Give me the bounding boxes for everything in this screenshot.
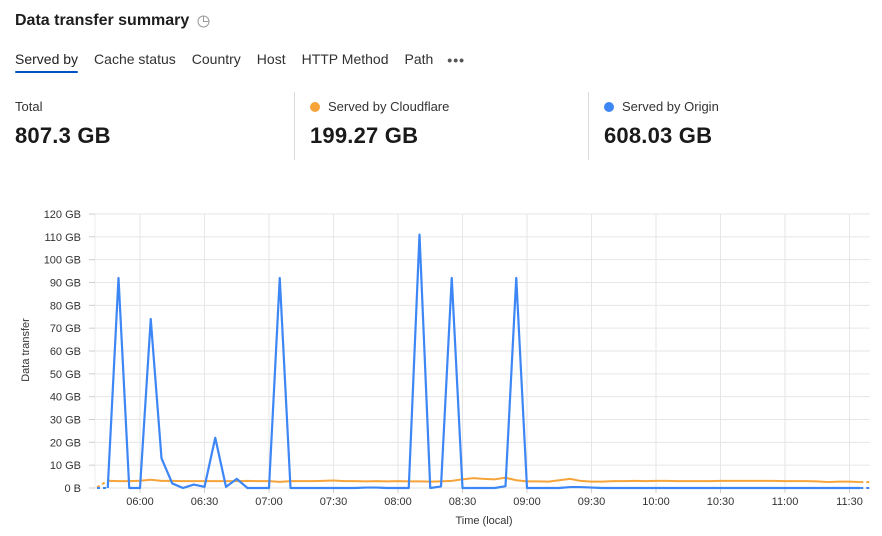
tab-country[interactable]: Country [192, 51, 241, 71]
y-axis: 0 B 10 GB 20 GB 30 GB 40 GB 50 GB 60 GB 70 GB 80… [44, 209, 95, 495]
x-tick-label: 09:00 [513, 496, 541, 508]
data-transfer-chart[interactable]: 0 B 10 GB 20 GB 30 GB 40 GB 50 GB 60 GB 70 GB 80… [0, 195, 882, 536]
stat-total-label: Total [15, 99, 43, 114]
chart-series [96, 233, 871, 490]
stat-origin-value: 608.03 GB [603, 123, 713, 148]
more-horizontal-icon[interactable]: ••• [447, 51, 465, 69]
y-tick-label: 80 GB [50, 300, 81, 312]
x-tick-label: 10:30 [707, 496, 735, 508]
y-tick-label: 50 GB [50, 369, 81, 381]
tab-host[interactable]: Host [257, 51, 286, 71]
y-tick-label: 40 GB [50, 392, 81, 404]
y-tick-label: 60 GB [50, 346, 81, 358]
x-tick-label: 08:00 [384, 496, 412, 508]
stats-row: Total 807.3 GB Served by Cloudflare 199.… [0, 92, 882, 160]
y-tick-label: 70 GB [50, 323, 81, 335]
y-tick-label: 0 B [64, 483, 81, 495]
x-axis-label: Time (local) [455, 515, 512, 527]
y-tick-label: 120 GB [44, 209, 81, 221]
y-tick-label: 110 GB [45, 232, 82, 244]
tab-http-method[interactable]: HTTP Method [302, 51, 389, 71]
y-axis-label: Data transfer [20, 318, 32, 382]
stat-cloudflare-value: 199.27 GB [309, 123, 419, 148]
y-tick-label: 10 GB [50, 460, 81, 472]
series-served-by-origin-line [106, 233, 861, 490]
header: Data transfer summary [15, 12, 210, 30]
stat-total-value: 807.3 GB [15, 123, 111, 148]
y-tick-label: 20 GB [50, 437, 81, 449]
tab-served-by[interactable]: Served by [15, 51, 79, 73]
tab-path[interactable]: Path [404, 51, 433, 71]
y-tick-label: 30 GB [50, 415, 81, 427]
origin-legend-dot-icon [603, 101, 614, 112]
stat-cloudflare-label: Served by Cloudflare [327, 99, 450, 114]
y-tick-label: 100 GB [44, 255, 81, 267]
stat-total: Total 807.3 GB [0, 92, 294, 160]
stat-origin-label: Served by Origin [621, 99, 719, 114]
y-tick-label: 90 GB [50, 278, 81, 290]
x-tick-label: 08:30 [449, 496, 477, 508]
x-tick-label: 07:00 [255, 496, 283, 508]
x-tick-label: 09:30 [578, 496, 606, 508]
x-tick-label: 11:00 [772, 496, 799, 508]
stat-cloudflare: Served by Cloudflare 199.27 GB [293, 92, 588, 160]
x-tick-label: 07:30 [320, 496, 348, 508]
tab-bar: Served by Cache status Country Host HTTP… [15, 51, 465, 73]
x-axis: 06:00 06:30 07:00 07:30 08:00 08:30 09:00 09:30… [126, 488, 863, 508]
x-tick-label: 06:30 [191, 496, 219, 508]
cloudflare-legend-dot-icon [309, 101, 320, 112]
clock-icon[interactable] [197, 15, 210, 28]
page-title: Data transfer summary [15, 12, 190, 29]
x-tick-label: 11:30 [836, 496, 863, 508]
x-tick-label: 06:00 [126, 496, 154, 508]
chart-grid [94, 213, 870, 489]
x-tick-label: 10:00 [642, 496, 670, 508]
stat-origin: Served by Origin 608.03 GB [587, 92, 882, 160]
tab-cache-status[interactable]: Cache status [94, 51, 176, 71]
